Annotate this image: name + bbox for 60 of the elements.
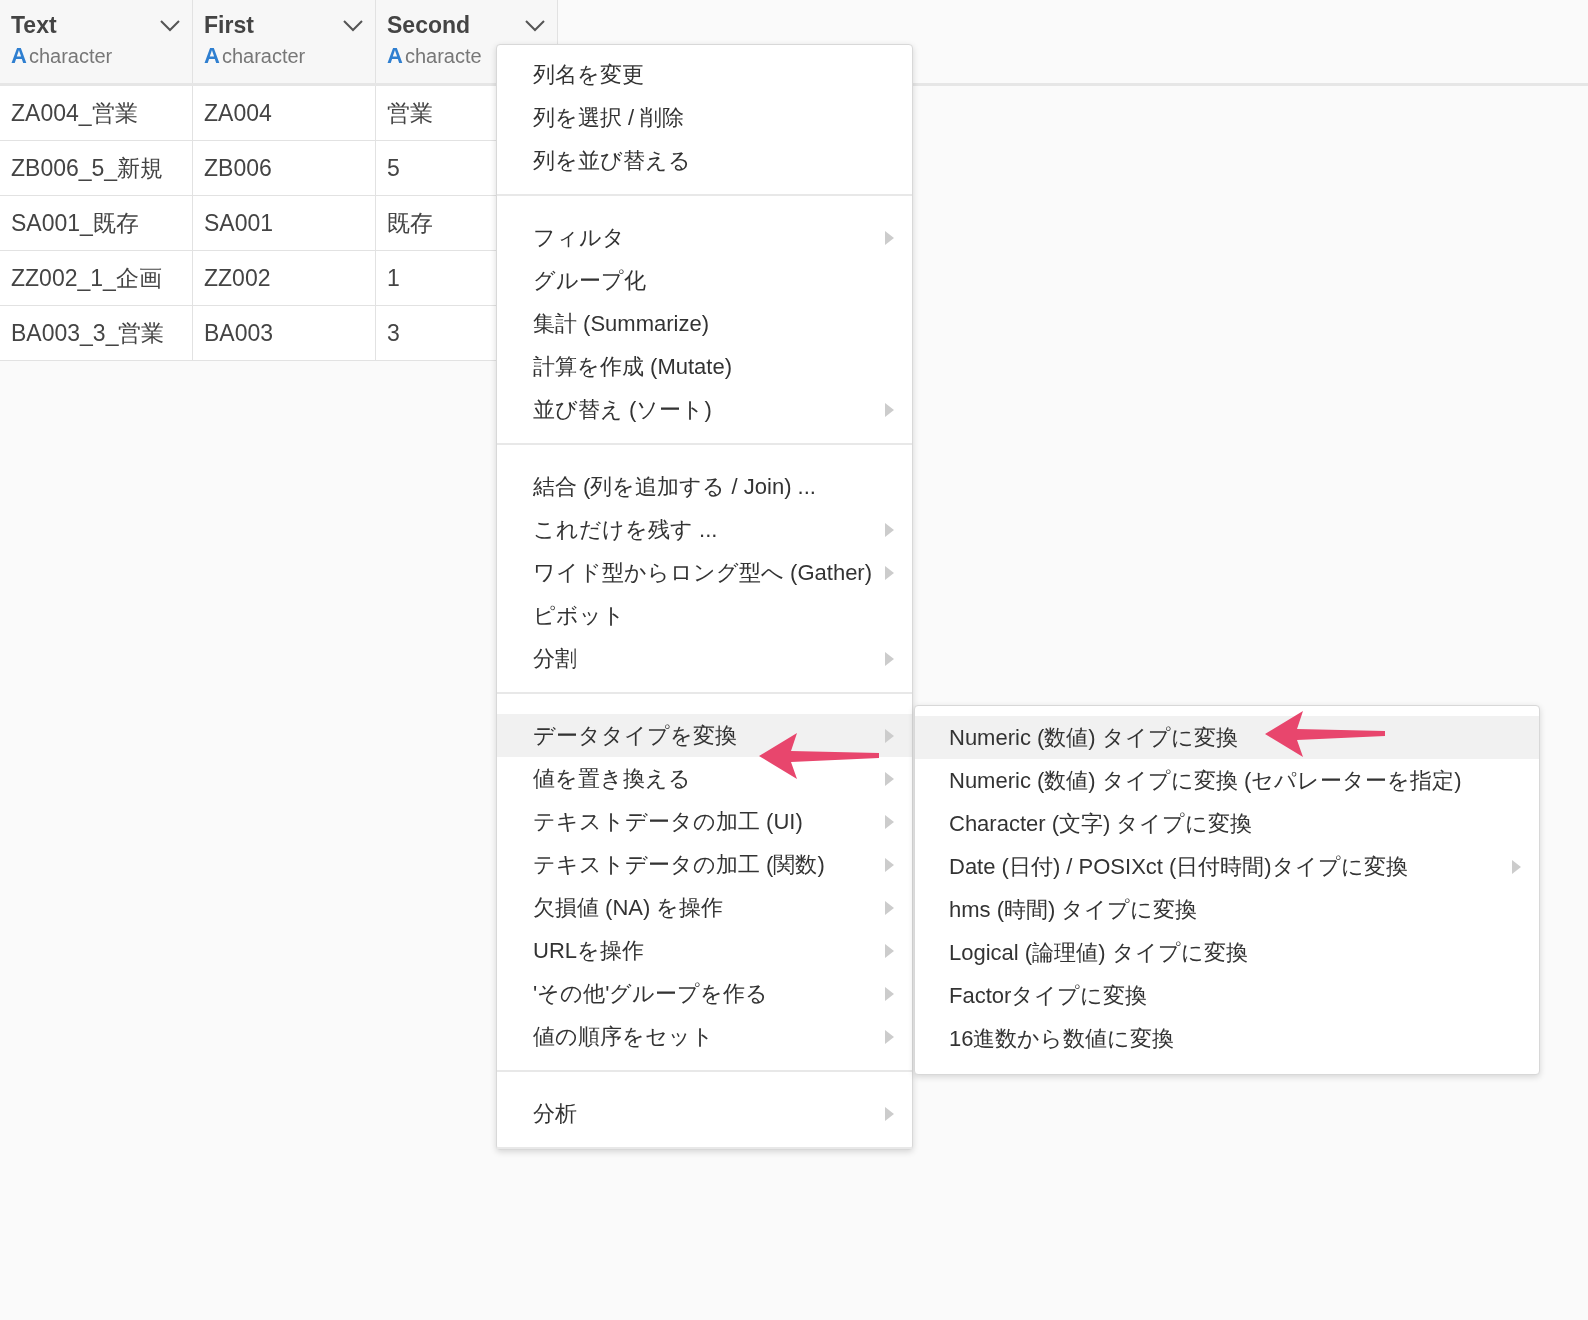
table-cell: SA001 bbox=[193, 196, 376, 250]
submenu-arrow-icon bbox=[885, 402, 894, 417]
submenu-arrow-icon bbox=[885, 986, 894, 1001]
menu-item[interactable]: URLを操作 bbox=[497, 929, 912, 972]
table-cell: BA003 bbox=[193, 306, 376, 360]
submenu-arrow-icon bbox=[885, 857, 894, 872]
submenu-arrow-icon bbox=[885, 771, 894, 786]
submenu-arrow-icon bbox=[885, 230, 894, 245]
menu-item[interactable]: 16進数から数値に変換 bbox=[915, 1017, 1539, 1060]
type-icon: A bbox=[387, 43, 403, 69]
menu-item[interactable]: Logical (論理値) タイプに変換 bbox=[915, 931, 1539, 974]
menu-item[interactable]: テキストデータの加工 (UI) bbox=[497, 800, 912, 843]
menu-item[interactable]: hms (時間) タイプに変換 bbox=[915, 888, 1539, 931]
table-cell: SA001_既存 bbox=[0, 196, 193, 250]
table-cell: ZZ002_1_企画 bbox=[0, 251, 193, 305]
table-cell: BA003_3_営業 bbox=[0, 306, 193, 360]
menu-item[interactable]: 欠損値 (NA) を操作 bbox=[497, 886, 912, 929]
submenu-arrow-icon bbox=[885, 1106, 894, 1121]
menu-item[interactable]: 'その他'グループを作る bbox=[497, 972, 912, 1015]
type-icon: A bbox=[204, 43, 220, 69]
table-cell: ZA004 bbox=[193, 86, 376, 140]
menu-item[interactable]: 並び替え (ソート) bbox=[497, 388, 912, 431]
menu-item[interactable]: 分析 bbox=[497, 1092, 912, 1135]
submenu-arrow-icon bbox=[885, 728, 894, 743]
column-name: First bbox=[204, 12, 254, 39]
submenu-arrow-icon bbox=[885, 1029, 894, 1044]
table-cell: ZB006_5_新規 bbox=[0, 141, 193, 195]
menu-item[interactable]: データタイプを変換 bbox=[497, 714, 912, 757]
menu-item[interactable]: 分割 bbox=[497, 637, 912, 680]
submenu-arrow-icon bbox=[885, 943, 894, 958]
menu-item[interactable]: Numeric (数値) タイプに変換 bbox=[915, 716, 1539, 759]
type-icon: A bbox=[11, 43, 27, 69]
submenu-arrow-icon bbox=[885, 522, 894, 537]
chevron-down-icon[interactable] bbox=[160, 19, 180, 32]
chevron-down-icon[interactable] bbox=[343, 19, 363, 32]
column-type: characte bbox=[404, 45, 482, 68]
menu-item[interactable]: Factorタイプに変換 bbox=[915, 974, 1539, 1017]
menu-item[interactable]: Date (日付) / POSIXct (日付時間)タイプに変換 bbox=[915, 845, 1539, 888]
column-name: Second bbox=[387, 12, 471, 39]
chevron-down-icon[interactable] bbox=[525, 19, 545, 32]
submenu-arrow-icon bbox=[885, 565, 894, 580]
column-type: character bbox=[221, 45, 306, 68]
table-cell: ZB006 bbox=[193, 141, 376, 195]
submenu-arrow-icon bbox=[885, 651, 894, 666]
menu-item[interactable]: Numeric (数値) タイプに変換 (セパレーターを指定) bbox=[915, 759, 1539, 802]
menu-item[interactable]: 値を置き換える bbox=[497, 757, 912, 800]
menu-item[interactable]: 値の順序をセット bbox=[497, 1015, 912, 1058]
table-cell: ZA004_営業 bbox=[0, 86, 193, 140]
menu-item[interactable]: これだけを残す ... bbox=[497, 508, 912, 551]
menu-item[interactable]: テキストデータの加工 (関数) bbox=[497, 843, 912, 886]
column-type: character bbox=[28, 45, 113, 68]
menu-item[interactable]: ピボット bbox=[497, 594, 912, 637]
submenu-arrow-icon bbox=[1512, 859, 1521, 874]
menu-item[interactable]: 結合 (列を追加する / Join) ... bbox=[497, 465, 912, 508]
submenu-arrow-icon bbox=[885, 900, 894, 915]
table-cell: ZZ002 bbox=[193, 251, 376, 305]
menu-item[interactable]: Character (文字) タイプに変換 bbox=[915, 802, 1539, 845]
menu-item[interactable]: ワイド型からロング型へ (Gather) bbox=[497, 551, 912, 594]
column-name: Text bbox=[11, 12, 57, 39]
submenu-arrow-icon bbox=[885, 814, 894, 829]
